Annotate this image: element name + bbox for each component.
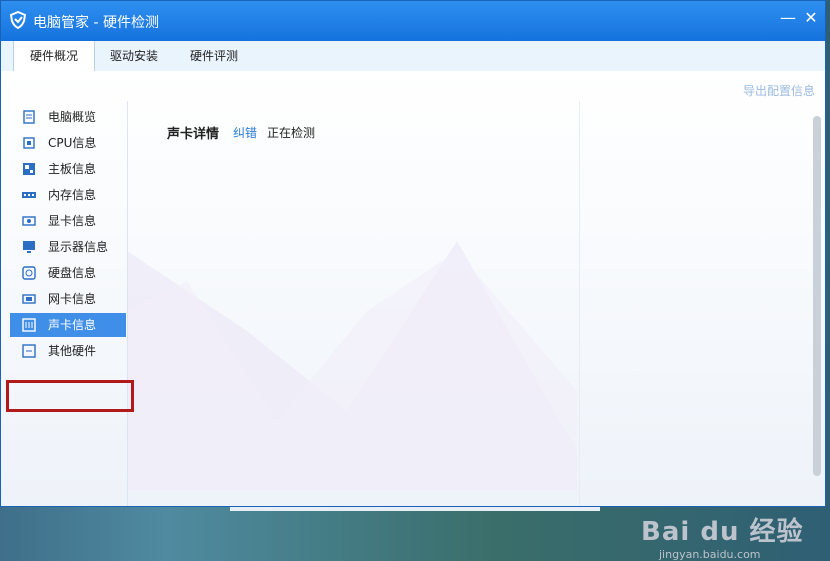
- panel-divider: [579, 101, 580, 506]
- motherboard-icon: [23, 163, 35, 175]
- highlight-box: [6, 380, 134, 412]
- sidebar-item-label: 主板信息: [48, 162, 97, 176]
- graphics-card-icon: [22, 216, 36, 226]
- sidebar-item-label: 内存信息: [48, 188, 97, 202]
- disk-icon: [22, 266, 36, 280]
- title-bar[interactable]: 电脑管家 - 硬件检测 — ✕: [1, 1, 825, 41]
- background-mountain-graphic: [127, 241, 577, 491]
- hardware-check-window: 电脑管家 - 硬件检测 — ✕ 硬件概况 驱动安装 硬件评测 导出配置信息 电脑…: [0, 0, 826, 561]
- report-error-link[interactable]: 纠错: [233, 124, 257, 141]
- tab-driver-install[interactable]: 驱动安装: [95, 41, 173, 71]
- tab-hardware-benchmark[interactable]: 硬件评测: [175, 41, 253, 71]
- content-area: 导出配置信息 电脑概览 CPU信息 主板信息 内存信息 显卡信息 显示器信息 硬…: [1, 71, 825, 561]
- sidebar-item-disk[interactable]: 硬盘信息: [10, 261, 126, 285]
- sidebar-item-graphics[interactable]: 显卡信息: [10, 209, 126, 233]
- sidebar-item-overview[interactable]: 电脑概览: [10, 105, 126, 129]
- sidebar-item-memory[interactable]: 内存信息: [10, 183, 126, 207]
- cpu-icon: [23, 137, 35, 149]
- sound-card-icon: [22, 318, 36, 332]
- sidebar-item-label: 声卡信息: [48, 318, 97, 332]
- section-title: 声卡详情: [167, 127, 220, 142]
- sidebar-item-label: 网卡信息: [48, 292, 97, 306]
- baidu-watermark: Bai du 经验: [641, 517, 804, 547]
- sidebar-item-label: 显卡信息: [48, 214, 97, 228]
- sidebar: 电脑概览 CPU信息 主板信息 内存信息 显卡信息 显示器信息 硬盘信息 网卡信…: [7, 101, 128, 506]
- shield-logo-icon: [9, 11, 27, 29]
- vertical-scrollbar[interactable]: [813, 116, 821, 476]
- tab-bar: 硬件概况 驱动安装 硬件评测: [1, 41, 825, 72]
- sidebar-item-label: 显示器信息: [48, 240, 109, 254]
- detection-status: 正在检测: [267, 126, 316, 140]
- other-hardware-icon: [22, 344, 36, 358]
- memory-icon: [22, 192, 36, 198]
- close-icon[interactable]: ✕: [802, 9, 820, 27]
- sidebar-item-sound-card[interactable]: 声卡信息: [10, 313, 126, 337]
- network-card-icon: [22, 294, 36, 304]
- baidu-watermark-url: jingyan.baidu.com: [659, 548, 761, 561]
- sidebar-item-label: 电脑概览: [48, 110, 97, 124]
- tab-hardware-overview[interactable]: 硬件概况: [13, 41, 95, 72]
- window-title: 电脑管家 - 硬件检测: [33, 15, 159, 31]
- monitor-icon: [23, 241, 35, 253]
- sidebar-item-cpu[interactable]: CPU信息: [10, 131, 126, 155]
- sidebar-item-motherboard[interactable]: 主板信息: [10, 157, 126, 181]
- sidebar-item-monitor[interactable]: 显示器信息: [10, 235, 126, 259]
- sidebar-item-other[interactable]: 其他硬件: [10, 339, 126, 363]
- export-config-link[interactable]: 导出配置信息: [743, 82, 815, 99]
- sidebar-item-label: CPU信息: [48, 136, 97, 150]
- sidebar-item-label: 硬盘信息: [48, 266, 97, 280]
- clipboard-icon: [23, 110, 35, 124]
- sidebar-item-network[interactable]: 网卡信息: [10, 287, 126, 311]
- minimize-icon[interactable]: —: [779, 9, 797, 27]
- sidebar-item-label: 其他硬件: [48, 344, 97, 358]
